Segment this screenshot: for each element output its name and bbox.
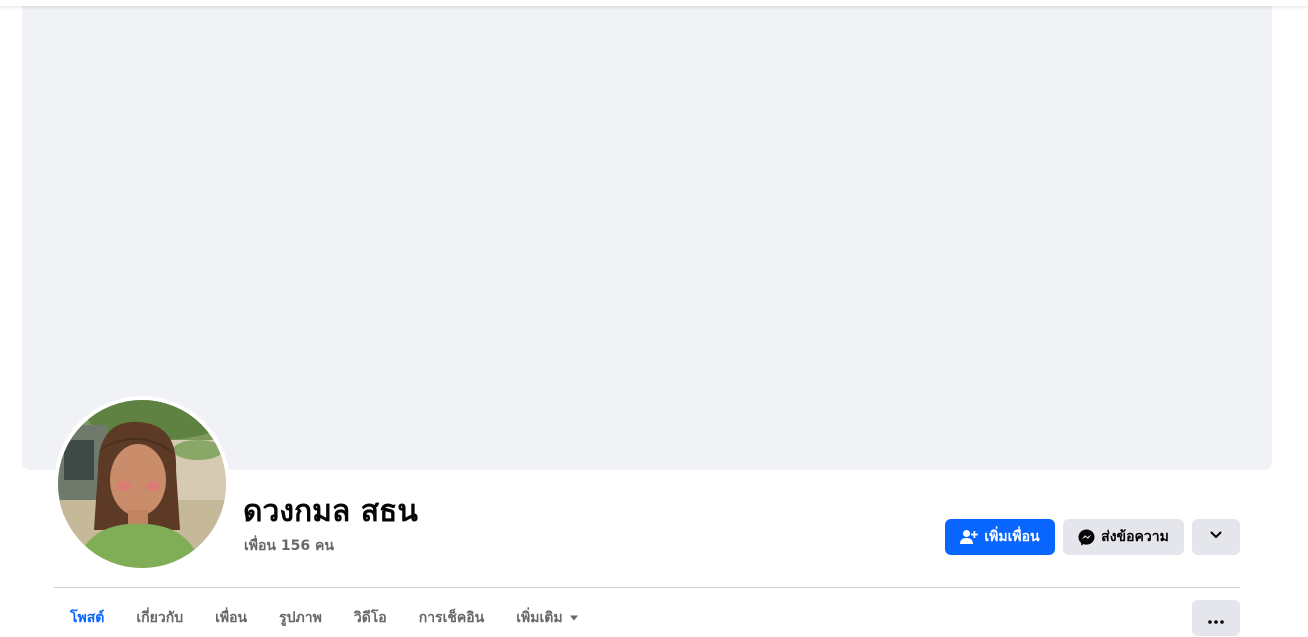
tab-checkins[interactable]: การเช็คอิน bbox=[403, 600, 501, 636]
tab-about[interactable]: เกี่ยวกับ bbox=[120, 600, 199, 636]
tab-posts[interactable]: โพสต์ bbox=[54, 600, 120, 636]
profile-photo-image bbox=[58, 400, 226, 568]
add-friend-label: เพิ่มเพื่อน bbox=[984, 529, 1040, 545]
add-friend-button[interactable]: เพิ่มเพื่อน bbox=[945, 519, 1055, 555]
profile-picture-frame[interactable] bbox=[54, 396, 230, 572]
tab-photos[interactable]: รูปภาพ bbox=[263, 600, 338, 636]
tab-more-label: เพิ่มเติม bbox=[516, 610, 563, 626]
send-message-button[interactable]: ส่งข้อความ bbox=[1063, 519, 1184, 555]
tab-friends[interactable]: เพื่อน bbox=[199, 600, 263, 636]
profile-tabs: โพสต์ เกี่ยวกับ เพื่อน รูปภาพ วิดีโอ การ… bbox=[54, 600, 595, 636]
cover-photo[interactable] bbox=[22, 0, 1272, 470]
send-message-label: ส่งข้อความ bbox=[1101, 529, 1169, 545]
profile-options-dropdown-button[interactable] bbox=[1192, 519, 1240, 555]
profile-picture[interactable] bbox=[58, 400, 226, 568]
messenger-icon bbox=[1078, 529, 1095, 546]
more-options-button[interactable] bbox=[1192, 600, 1240, 636]
person-add-icon bbox=[960, 529, 979, 545]
more-dots-icon bbox=[1208, 609, 1224, 628]
tab-videos[interactable]: วิดีโอ bbox=[338, 600, 403, 636]
profile-name: ดวงกมล สธน bbox=[243, 494, 418, 529]
header-divider bbox=[54, 587, 1240, 588]
chevron-down-icon bbox=[1209, 528, 1223, 546]
caret-down-icon bbox=[569, 614, 579, 622]
top-navbar-edge bbox=[0, 0, 1308, 6]
friends-count-link[interactable]: เพื่อน 156 คน bbox=[244, 536, 334, 556]
tab-more[interactable]: เพิ่มเติม bbox=[500, 600, 594, 636]
